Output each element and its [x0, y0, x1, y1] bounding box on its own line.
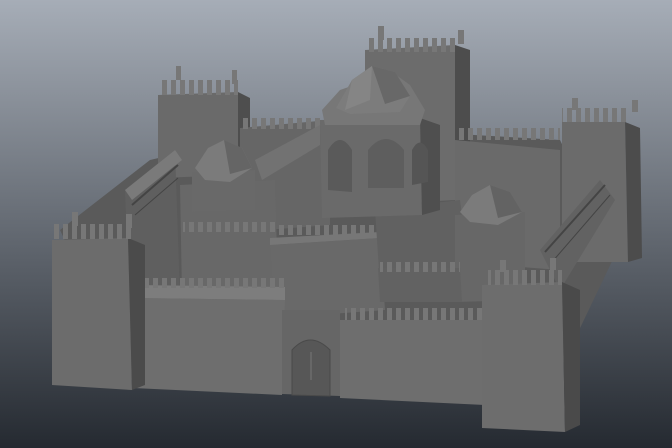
tower-front-left — [52, 212, 145, 390]
gatehouse — [282, 310, 340, 397]
inner-wall-right — [378, 262, 462, 302]
wall-front-right — [340, 308, 485, 405]
3d-viewport[interactable] — [0, 0, 672, 448]
tower-front-right — [482, 258, 580, 432]
wall-front-left — [133, 278, 285, 395]
castle-render — [0, 0, 672, 448]
